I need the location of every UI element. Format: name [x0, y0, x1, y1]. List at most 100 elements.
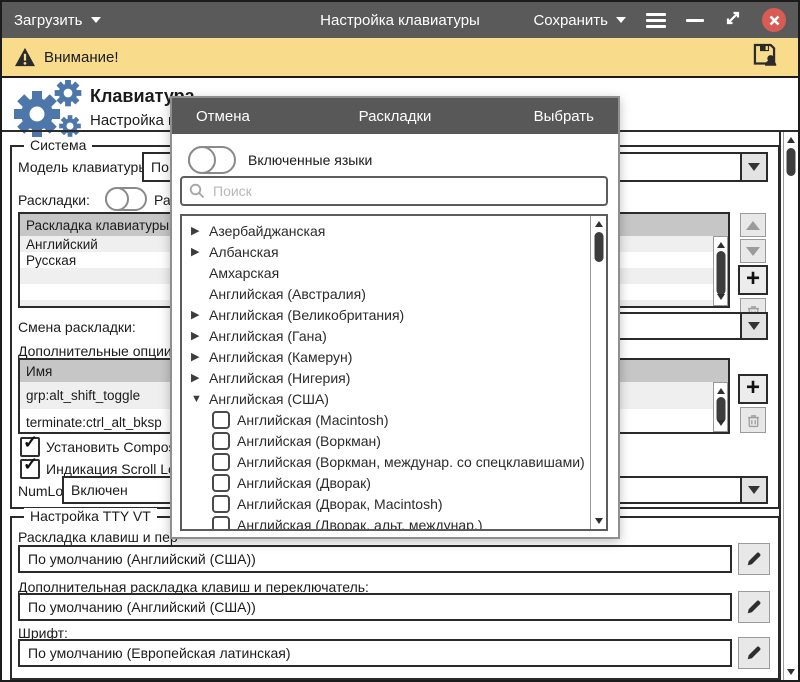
pencil-icon — [745, 598, 763, 616]
toggle-knob — [105, 187, 129, 211]
language-row[interactable]: Английская (Воркман) — [182, 430, 590, 451]
scroll-up-button[interactable] — [591, 218, 606, 230]
load-menu-label: Загрузить — [14, 12, 83, 29]
dropdown-arrow-icon — [748, 322, 760, 330]
scroll-up-button[interactable] — [784, 134, 798, 146]
dialog-header: Отмена Раскладки Выбрать — [172, 98, 618, 134]
layouts-table-scrollbar[interactable] — [713, 236, 728, 306]
language-row[interactable]: Английская (Дворак, альт. междунар.) — [182, 514, 590, 531]
page-subtitle: Настройка п — [90, 112, 176, 129]
language-row[interactable]: Английская (Воркман, междунар. со спецкл… — [182, 451, 590, 472]
options-table-scrollbar[interactable] — [713, 382, 728, 432]
save-menu-label: Сохранить — [533, 12, 608, 29]
language-row[interactable]: Английская (США) — [182, 388, 590, 409]
pencil-icon — [745, 550, 763, 568]
move-layout-up-button[interactable] — [740, 213, 766, 237]
caret-down-icon — [616, 17, 626, 23]
main-scrollbar[interactable] — [783, 132, 798, 680]
minimize-button[interactable] — [686, 19, 704, 22]
dropdown-button[interactable] — [740, 478, 766, 502]
language-row[interactable]: Амхарская — [182, 262, 590, 283]
language-label: Английская (Дворак) — [237, 475, 371, 491]
dropdown-button[interactable] — [740, 314, 766, 338]
move-layout-down-button[interactable] — [740, 239, 766, 263]
scroll-up-button[interactable] — [714, 239, 727, 251]
layout-checkbox[interactable] — [212, 516, 230, 532]
system-legend: Система — [24, 137, 92, 153]
expand-icon[interactable] — [191, 224, 209, 237]
scroll-down-button[interactable] — [784, 666, 798, 678]
dialog-select-button[interactable]: Выбрать — [534, 108, 594, 125]
language-row[interactable]: Английская (Великобритания) — [182, 304, 590, 325]
language-row[interactable]: Азербайджанская — [182, 220, 590, 241]
enabled-languages-label: Включенные языки — [248, 152, 372, 168]
layout-checkbox[interactable] — [212, 411, 230, 429]
keyboard-model-label: Модель клавиатуры: — [18, 159, 152, 175]
checkmark-icon: ✓ — [23, 454, 38, 475]
delete-option-button[interactable] — [740, 407, 766, 433]
dialog-cancel-button[interactable]: Отмена — [196, 108, 250, 125]
layout-checkbox[interactable] — [212, 453, 230, 471]
language-row[interactable]: Албанская — [182, 241, 590, 262]
plus-icon: + — [746, 376, 760, 400]
warning-icon — [14, 47, 36, 67]
expand-icon[interactable] — [191, 245, 209, 258]
search-box — [180, 176, 608, 206]
expand-icon[interactable] — [191, 350, 209, 363]
language-row[interactable]: Английская (Австралия) — [182, 283, 590, 304]
load-menu-button[interactable]: Загрузить — [14, 12, 101, 29]
expand-icon[interactable] — [191, 371, 209, 384]
close-button[interactable] — [762, 8, 786, 32]
tty-layout-field[interactable]: По умолчанию (Английский (США)) — [18, 545, 732, 573]
scroll-up-button[interactable] — [714, 385, 727, 397]
dropdown-button[interactable] — [740, 154, 766, 180]
scrolllock-checkbox[interactable]: ✓ — [20, 459, 40, 479]
option-row-label: grp:alt_shift_toggle — [26, 388, 140, 403]
add-layout-button[interactable]: + — [738, 265, 768, 295]
checkmark-icon: ✓ — [23, 432, 38, 453]
search-input[interactable] — [211, 182, 599, 200]
language-row[interactable]: Английская (Нигерия) — [182, 367, 590, 388]
save-menu-button[interactable]: Сохранить — [533, 12, 626, 29]
scroll-down-button[interactable] — [714, 291, 727, 303]
resize-button[interactable] — [724, 9, 742, 31]
tty-legend: Настройка TTY VT — [24, 508, 157, 524]
expand-icon[interactable] — [191, 329, 209, 342]
language-label: Английская (США) — [209, 391, 329, 407]
layout-checkbox[interactable] — [212, 432, 230, 450]
scroll-thumb[interactable] — [716, 251, 725, 295]
language-list-scrollbar[interactable] — [590, 216, 606, 529]
layout-checkbox[interactable] — [212, 474, 230, 492]
language-row[interactable]: Английская (Дворак) — [182, 472, 590, 493]
collapse-icon[interactable] — [191, 393, 209, 405]
hamburger-menu-icon[interactable] — [646, 13, 666, 28]
tty-layout-label: Раскладка клавиш и пер — [18, 529, 178, 545]
toggle-knob — [188, 146, 216, 174]
edit-tty-layout-button[interactable] — [738, 543, 770, 575]
dropdown-arrow-icon — [748, 163, 760, 171]
tty-font-field[interactable]: По умолчанию (Европейская латинская) — [18, 639, 732, 667]
language-label: Английская (Воркман) — [237, 433, 381, 449]
layout-checkbox[interactable] — [212, 495, 230, 513]
scroll-thumb[interactable] — [594, 232, 603, 262]
save-file-button[interactable] — [751, 41, 778, 73]
language-row[interactable]: Английская (Камерун) — [182, 346, 590, 367]
language-label: Английская (Macintosh) — [237, 412, 389, 428]
scroll-down-button[interactable] — [714, 417, 727, 429]
layout-row-label: Английский — [26, 237, 98, 252]
language-row[interactable]: Английская (Дворак, Macintosh) — [182, 493, 590, 514]
edit-tty-font-button[interactable] — [738, 637, 770, 669]
enabled-languages-toggle[interactable] — [188, 146, 236, 174]
expand-icon[interactable] — [191, 308, 209, 321]
tty-extra-layout-field[interactable]: По умолчанию (Английский (США)) — [18, 593, 732, 621]
scroll-down-button[interactable] — [591, 515, 606, 527]
language-row[interactable]: Английская (Гана) — [182, 325, 590, 346]
language-row[interactable]: Английская (Macintosh) — [182, 409, 590, 430]
scroll-thumb[interactable] — [787, 148, 796, 176]
search-icon — [189, 183, 205, 199]
add-option-button[interactable]: + — [738, 374, 768, 404]
layouts-toggle[interactable] — [105, 187, 147, 211]
plus-icon: + — [746, 267, 760, 291]
minimize-icon — [686, 19, 704, 22]
edit-tty-extra-layout-button[interactable] — [738, 591, 770, 623]
